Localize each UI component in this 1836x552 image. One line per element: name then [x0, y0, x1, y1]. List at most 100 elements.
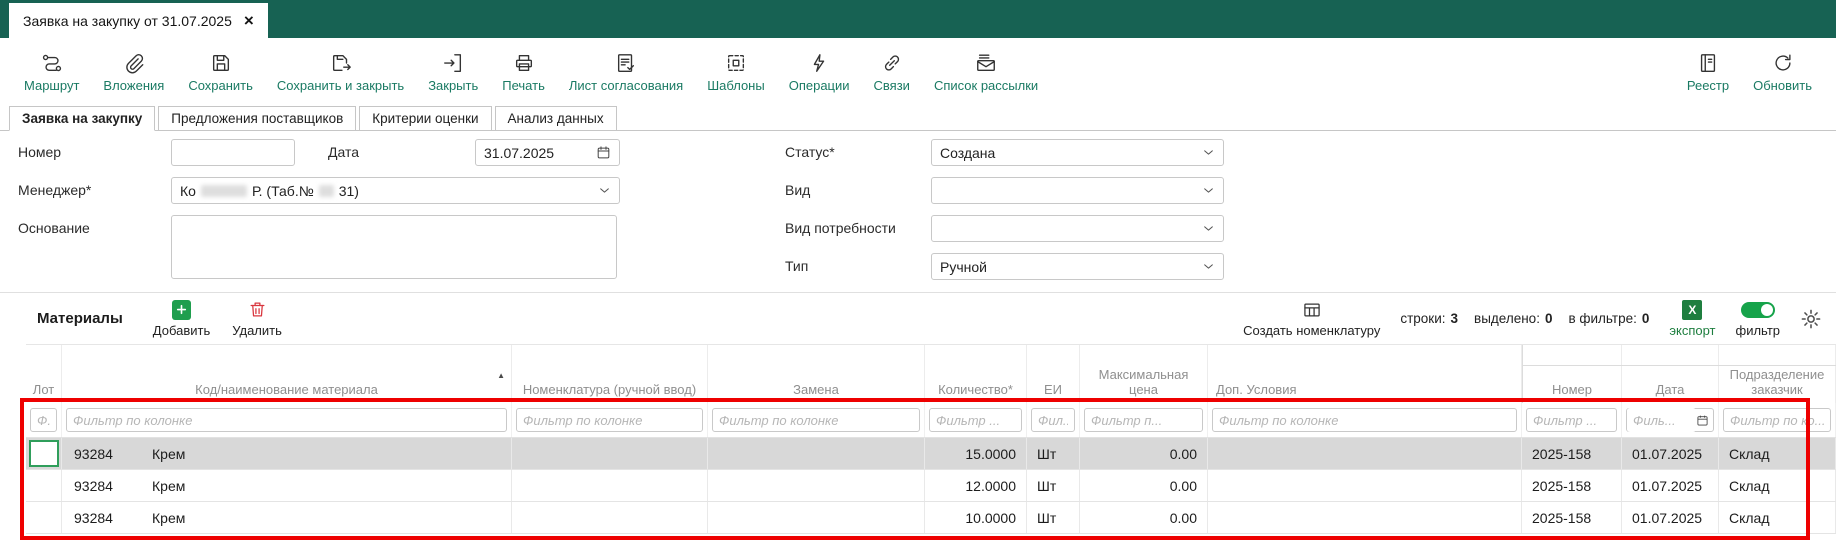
cell-conditions [1208, 502, 1522, 533]
toolbar-registry-button[interactable]: Реестр [1675, 50, 1741, 93]
type-select[interactable]: Ручной [931, 253, 1224, 280]
column-header-department[interactable]: Подразделение заказчик [1719, 345, 1836, 403]
cell-qty: 12.0000 [925, 470, 1027, 501]
tab-predlozheniya[interactable]: Предложения поставщиков [158, 106, 356, 131]
toolbar-links-button[interactable]: Связи [862, 50, 922, 93]
filter-input-conditions[interactable] [1212, 408, 1517, 432]
toolbar-print-button[interactable]: Печать [490, 50, 557, 93]
chevron-down-icon [1202, 184, 1215, 197]
settings-gear-icon[interactable] [1800, 308, 1822, 330]
column-header-conditions[interactable]: Доп. Условия [1208, 345, 1522, 403]
toolbar-operations-button[interactable]: Операции [777, 50, 862, 93]
column-header-max-price[interactable]: Максимальная цена [1080, 345, 1208, 403]
redacted-text [201, 185, 247, 197]
grid-stats: строки:3 выделено:0 в фильтре:0 [1400, 311, 1649, 326]
add-row-button[interactable]: Добавить [153, 300, 210, 338]
document-tab[interactable]: Заявка на закупку от 31.07.2025 × [9, 3, 268, 38]
filter-input-date[interactable] [1627, 408, 1696, 432]
toggle-knob-icon [1761, 304, 1773, 316]
filter-toggle[interactable] [1741, 302, 1775, 318]
column-header-date[interactable]: Дата [1622, 345, 1719, 403]
table-row[interactable]: 93284Крем 10.0000 Шт 0.00 2025-158 01.07… [26, 502, 1836, 534]
tab-analiz[interactable]: Анализ данных [495, 106, 617, 131]
manager-select[interactable]: Ко Р. (Таб.№ 31) [171, 177, 620, 204]
filter-input-max-price[interactable] [1084, 408, 1203, 432]
kind-select[interactable] [931, 177, 1224, 204]
toolbar-button-label: Обновить [1753, 78, 1812, 93]
toolbar-refresh-button[interactable]: Обновить [1741, 50, 1824, 93]
filter-input-replacement[interactable] [712, 408, 920, 432]
filter-input-code-name[interactable] [66, 408, 507, 432]
trash-icon [248, 300, 267, 320]
column-header-qty[interactable]: Количество* [925, 345, 1027, 403]
calendar-icon[interactable] [596, 145, 611, 160]
column-header-nomenclature[interactable]: Номенклатура (ручной ввод) [512, 345, 708, 403]
toolbar-mailing-list-button[interactable]: Список рассылки [922, 50, 1050, 93]
rows-count-value: 3 [1451, 311, 1459, 326]
refresh-icon [1772, 50, 1794, 74]
column-header-code-name[interactable]: Код/наименование материала▲ [62, 345, 512, 403]
toolbar-approval-sheet-button[interactable]: Лист согласования [557, 50, 695, 93]
chevron-down-icon [1202, 146, 1215, 159]
filter-input-department[interactable] [1723, 408, 1831, 432]
cell-replacement [708, 502, 925, 533]
column-header-number[interactable]: Номер [1522, 345, 1622, 403]
cell-replacement [708, 470, 925, 501]
filter-input-lot[interactable] [30, 408, 57, 432]
status-select[interactable]: Создана [931, 139, 1224, 166]
basis-textarea[interactable] [171, 215, 617, 279]
column-header-lot[interactable]: Лот [26, 345, 62, 403]
toolbar-save-button[interactable]: Сохранить [176, 50, 265, 93]
table-row[interactable]: 93284Крем 12.0000 Шт 0.00 2025-158 01.07… [26, 470, 1836, 502]
create-nomenclature-label: Создать номенклатуру [1243, 323, 1380, 338]
toolbar-route-button[interactable]: Маршрут [12, 50, 91, 93]
printer-icon [513, 50, 535, 74]
tab-kriterii[interactable]: Критерии оценки [359, 106, 491, 131]
toolbar-button-label: Шаблоны [707, 78, 765, 93]
cell-unit: Шт [1027, 502, 1080, 533]
materials-toolbar-right: Создать номенклатуру строки:3 выделено:0… [1243, 300, 1822, 338]
toolbar-button-label: Список рассылки [934, 78, 1038, 93]
cell-department: Склад [1719, 502, 1836, 533]
toolbar-close-button[interactable]: Закрыть [416, 50, 490, 93]
links-icon [881, 50, 903, 74]
tab-zayavka[interactable]: Заявка на закупку [9, 106, 155, 131]
toolbar-button-label: Маршрут [24, 78, 79, 93]
close-doc-icon [442, 50, 464, 74]
manager-value-middle: Р. (Таб.№ [252, 183, 314, 199]
request-form: Номер Дата 31.07.2025 Менеджер* Ко Р. (Т… [0, 131, 1836, 292]
selected-count-value: 0 [1545, 311, 1553, 326]
manager-value-suffix: 31) [339, 183, 359, 199]
create-nomenclature-icon [1302, 300, 1322, 320]
approval-sheet-icon [615, 50, 637, 74]
toolbar-save-close-button[interactable]: Сохранить и закрыть [265, 50, 416, 93]
filter-input-unit[interactable] [1031, 408, 1075, 432]
filter-date-field[interactable] [1626, 408, 1714, 432]
kind-label: Вид [785, 182, 810, 198]
toolbar-templates-button[interactable]: Шаблоны [695, 50, 777, 93]
filter-input-number[interactable] [1526, 408, 1617, 432]
column-header-replacement[interactable]: Замена [708, 345, 925, 403]
filter-toggle-label: фильтр [1736, 323, 1780, 338]
number-input[interactable] [171, 139, 295, 166]
filter-input-qty[interactable] [929, 408, 1022, 432]
delete-row-label: Удалить [232, 323, 282, 338]
calendar-icon[interactable] [1696, 414, 1709, 427]
app-window: Заявка на закупку от 31.07.2025 × Маршру… [0, 0, 1836, 552]
date-field[interactable]: 31.07.2025 [475, 139, 620, 166]
toolbar-button-label: Сохранить и закрыть [277, 78, 404, 93]
toolbar-attachments-button[interactable]: Вложения [91, 50, 176, 93]
need-kind-select[interactable] [931, 215, 1224, 242]
close-tab-icon[interactable]: × [244, 12, 254, 29]
table-row[interactable]: 93284Крем 15.0000 Шт 0.00 2025-158 01.07… [26, 438, 1836, 470]
chevron-down-icon [598, 184, 611, 197]
filter-input-nomenclature[interactable] [516, 408, 703, 432]
toolbar-button-label: Закрыть [428, 78, 478, 93]
column-header-unit[interactable]: ЕИ [1027, 345, 1080, 403]
chevron-down-icon [1202, 260, 1215, 273]
create-nomenclature-button[interactable]: Создать номенклатуру [1243, 300, 1380, 338]
type-label: Тип [785, 258, 808, 274]
delete-row-button[interactable]: Удалить [232, 300, 282, 338]
cell-lot [26, 438, 62, 469]
excel-export-button[interactable]: X экспорт [1669, 300, 1715, 338]
